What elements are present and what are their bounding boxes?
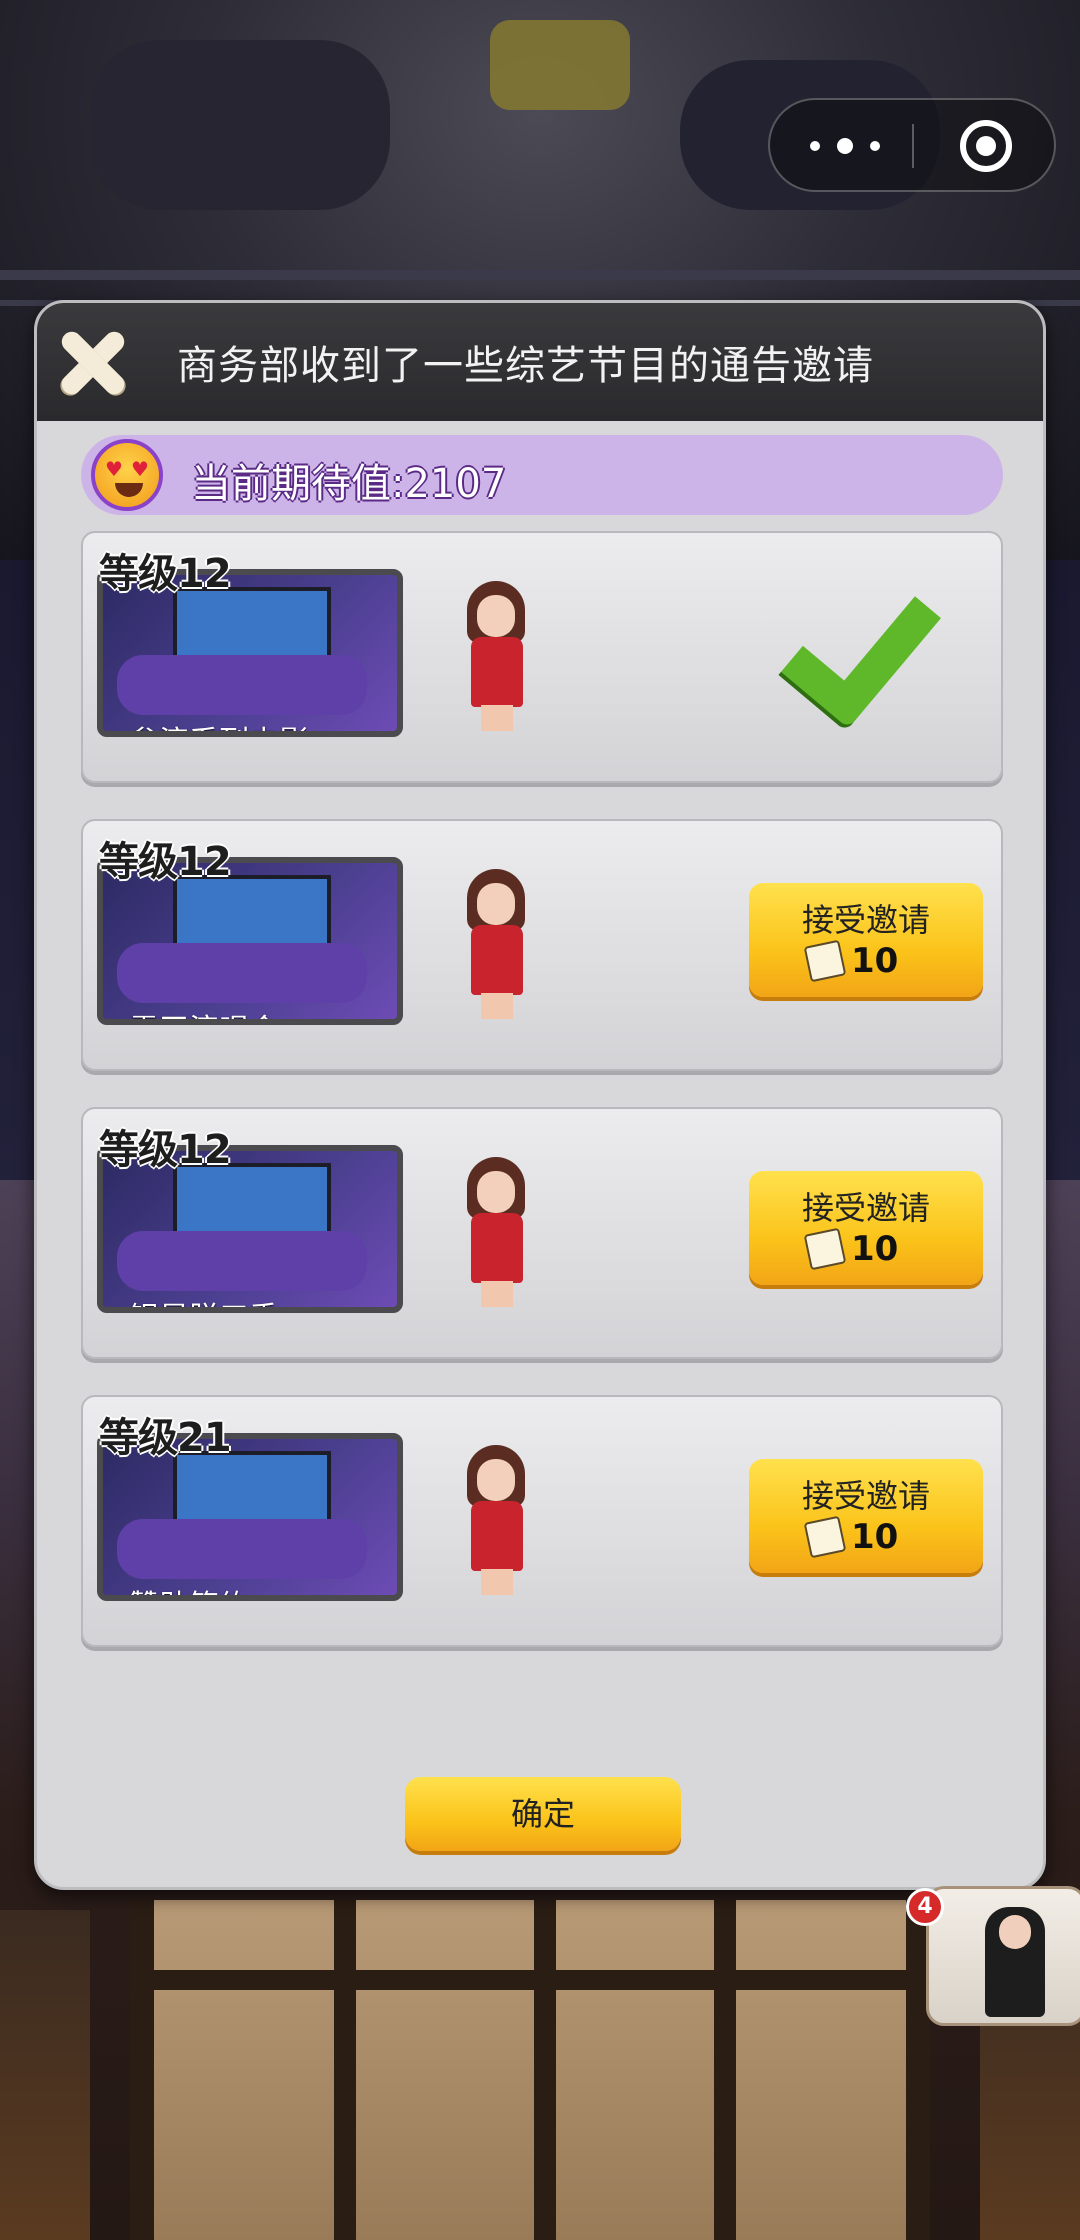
thumbnail-stage xyxy=(117,943,367,1003)
artist-avatar xyxy=(461,1445,537,1595)
invite-card: 参演系列电影 等级12 xyxy=(81,531,1003,783)
background-door xyxy=(130,1900,930,2240)
expectation-bar: ♥ ♥ 当前期待值:2107 xyxy=(81,435,1003,515)
confirm-button[interactable]: 确定 xyxy=(405,1777,681,1851)
dialog-title: 商务部收到了一些综艺节目的通告邀请 xyxy=(177,343,874,389)
cost-value: 10 xyxy=(851,941,899,981)
cost-value: 10 xyxy=(851,1229,899,1269)
artist-avatar xyxy=(461,869,537,1019)
accept-button-label: 接受邀请 xyxy=(801,1477,930,1515)
level-label: 等级12 xyxy=(99,839,232,885)
accept-invite-button[interactable]: 接受邀请 10 xyxy=(749,883,983,997)
invite-card: 银星脱口秀 等级12 接受邀请 10 xyxy=(81,1107,1003,1359)
show-name: 参演系列电影 xyxy=(129,717,309,731)
cost: 10 xyxy=(803,939,899,983)
show-name: 赞助签约 xyxy=(129,1581,249,1595)
notification-badge: 4 xyxy=(906,1888,944,1926)
thumbnail-couch xyxy=(117,655,367,715)
invite-card: 赞助签约 等级21 接受邀请 10 xyxy=(81,1395,1003,1647)
accept-button-label: 接受邀请 xyxy=(801,901,930,939)
scroll-ticket-icon xyxy=(803,939,847,983)
door-bar xyxy=(154,1970,906,1990)
expectation-value: 当前期待值:2107 xyxy=(191,461,507,507)
accepted-check-icon xyxy=(795,563,945,713)
level-label: 等级21 xyxy=(99,1415,232,1461)
accept-button-label: 接受邀请 xyxy=(801,1189,930,1227)
close-icon[interactable] xyxy=(57,327,129,399)
level-label: 等级12 xyxy=(99,1127,232,1173)
thumbnail-couch xyxy=(117,1519,367,1579)
cost-value: 10 xyxy=(851,1517,899,1557)
show-name: 露天演唱会 xyxy=(129,1005,279,1019)
scroll-ticket-icon xyxy=(803,1227,847,1271)
invitation-dialog: 商务部收到了一些综艺节目的通告邀请 ♥♥ 当前期待值:2107 参演系列电影 等… xyxy=(34,300,1046,1890)
background-rail xyxy=(0,270,1080,280)
dialog-header: 商务部收到了一些综艺节目的通告邀请 xyxy=(37,303,1043,421)
accept-invite-button[interactable]: 接受邀请 10 xyxy=(749,1171,983,1285)
artist-avatar xyxy=(461,581,537,731)
character-figure xyxy=(985,1907,1045,2017)
cost: 10 xyxy=(803,1227,899,1271)
cost: 10 xyxy=(803,1515,899,1559)
character-shortcut[interactable] xyxy=(926,1886,1080,2026)
target-circle-icon[interactable] xyxy=(960,120,1012,172)
level-label: 等级12 xyxy=(99,551,232,597)
more-dots-icon[interactable] xyxy=(810,128,880,164)
background-lamp xyxy=(490,20,630,110)
thumbnail-stage xyxy=(117,1231,367,1291)
invite-card: 露天演唱会 等级12 接受邀请 10 xyxy=(81,819,1003,1071)
background-sofa xyxy=(90,40,390,210)
miniprogram-capsule xyxy=(768,98,1056,192)
show-name: 银星脱口秀 xyxy=(129,1293,279,1307)
capsule-divider xyxy=(912,124,914,168)
door-bar xyxy=(534,1900,556,2240)
artist-avatar xyxy=(461,1157,537,1307)
background-street-light xyxy=(0,1910,90,2240)
scroll-ticket-icon xyxy=(803,1515,847,1559)
door-bar xyxy=(714,1900,736,2240)
door-bar xyxy=(334,1900,356,2240)
heart-eyes-emoji-icon: ♥ ♥ xyxy=(91,439,163,511)
accept-invite-button[interactable]: 接受邀请 10 xyxy=(749,1459,983,1573)
